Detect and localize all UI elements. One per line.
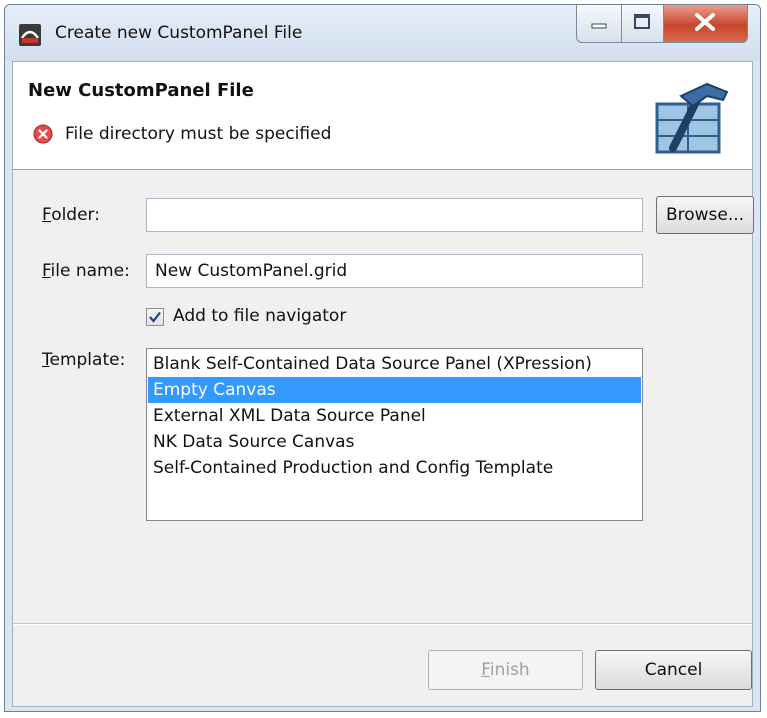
window-title: Create new CustomPanel File bbox=[55, 23, 303, 43]
minimize-icon bbox=[591, 23, 607, 29]
dialog-window: Create new CustomPanel File New CustomPa… bbox=[4, 4, 761, 712]
window-controls bbox=[576, 5, 748, 45]
hammer-window-icon bbox=[655, 82, 729, 154]
maximize-icon bbox=[634, 14, 650, 29]
error-icon bbox=[33, 124, 53, 144]
app-icon bbox=[19, 24, 41, 46]
folder-label: Folder: bbox=[42, 205, 100, 225]
error-message: File directory must be specified bbox=[65, 124, 332, 144]
wizard-banner: New CustomPanel File File directory must… bbox=[13, 62, 752, 170]
dialog-client-area: New CustomPanel File File directory must… bbox=[12, 61, 754, 707]
template-item[interactable]: Blank Self-Contained Data Source Panel (… bbox=[148, 351, 641, 377]
browse-button[interactable]: Browse... bbox=[656, 196, 754, 234]
title-bar[interactable]: Create new CustomPanel File bbox=[5, 5, 760, 61]
close-icon bbox=[695, 13, 715, 31]
template-list[interactable]: Blank Self-Contained Data Source Panel (… bbox=[146, 348, 643, 521]
close-button[interactable] bbox=[664, 5, 748, 43]
template-label: Template: bbox=[42, 350, 126, 370]
add-to-navigator-label[interactable]: Add to file navigator bbox=[173, 306, 346, 326]
footer-separator bbox=[13, 623, 752, 625]
template-item[interactable]: NK Data Source Canvas bbox=[148, 429, 641, 455]
template-item[interactable]: Self-Contained Production and Config Tem… bbox=[148, 455, 641, 481]
finish-button[interactable]: Finish bbox=[428, 650, 583, 690]
file-name-input[interactable] bbox=[146, 254, 643, 288]
template-item[interactable]: External XML Data Source Panel bbox=[148, 403, 641, 429]
minimize-button[interactable] bbox=[576, 5, 622, 43]
folder-input[interactable] bbox=[146, 198, 643, 232]
file-name-label: File name: bbox=[42, 261, 130, 281]
template-item-selected[interactable]: Empty Canvas bbox=[148, 377, 641, 403]
checkmark-icon bbox=[149, 311, 161, 323]
wizard-title: New CustomPanel File bbox=[28, 80, 254, 101]
maximize-button[interactable] bbox=[622, 5, 664, 43]
cancel-button[interactable]: Cancel bbox=[595, 650, 752, 690]
add-to-navigator-checkbox[interactable] bbox=[146, 308, 164, 326]
